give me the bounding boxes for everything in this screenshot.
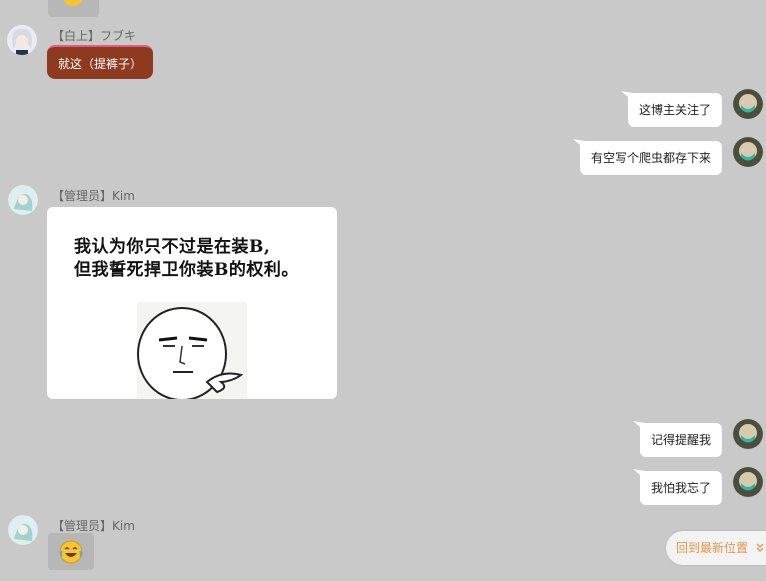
message-bubble[interactable]: 记得提醒我 xyxy=(640,423,723,457)
double-chevron-down-icon xyxy=(756,543,764,552)
meme-face-icon xyxy=(137,302,247,399)
emoji-message[interactable] xyxy=(48,533,94,570)
kim-avatar-icon xyxy=(8,515,38,545)
kim-avatar-icon xyxy=(8,185,38,215)
avatar-self[interactable] xyxy=(733,419,763,449)
sender-name: 【管理员】Kim xyxy=(52,519,135,533)
message-text: 我怕我忘了 xyxy=(651,481,712,495)
bubble-tail-icon xyxy=(633,421,645,431)
fubuki-avatar-icon xyxy=(7,25,37,55)
message-bubble[interactable]: 就这（提裤子） xyxy=(47,45,154,79)
meme-image[interactable]: 我认为你只不过是在装B, 但我誓死捍卫你装B的权利。 xyxy=(47,207,337,399)
bubble-tail-icon xyxy=(621,91,633,101)
message-bubble[interactable]: 这博主关注了 xyxy=(628,93,723,127)
message-text: 有空写个爬虫都存下来 xyxy=(591,151,712,165)
emoji-icon xyxy=(62,0,84,6)
message-bubble[interactable]: 有空写个爬虫都存下来 xyxy=(580,141,723,175)
masked-person-avatar-icon xyxy=(733,137,763,167)
message-text: 这博主关注了 xyxy=(639,103,712,117)
laughing-crying-emoji-icon xyxy=(59,540,83,564)
message-text: 就这（提裤子） xyxy=(58,57,143,71)
avatar-self[interactable] xyxy=(733,467,763,497)
bubble-tail-icon xyxy=(633,469,645,479)
avatar-kim[interactable] xyxy=(8,515,38,545)
avatar-self[interactable] xyxy=(733,89,763,119)
sender-name: 【白上】フブキ xyxy=(52,29,137,43)
message-bubble[interactable]: 我怕我忘了 xyxy=(640,471,723,505)
avatar-self[interactable] xyxy=(733,137,763,167)
meme-caption-line-1: 我认为你只不过是在装B, xyxy=(74,237,271,257)
masked-person-avatar-icon xyxy=(733,419,763,449)
meme-caption-line-2: 但我誓死捍卫你装B的权利。 xyxy=(74,260,299,280)
return-to-latest-label: 回到最新位置 xyxy=(676,541,749,555)
return-to-latest-button[interactable]: 回到最新位置 xyxy=(666,531,766,565)
avatar-fubuki[interactable] xyxy=(7,25,37,55)
masked-person-avatar-icon xyxy=(733,89,763,119)
bubble-tail-icon xyxy=(573,139,585,149)
masked-person-avatar-icon xyxy=(733,467,763,497)
avatar-kim[interactable] xyxy=(8,185,38,215)
sender-name: 【管理员】Kim xyxy=(52,189,135,203)
message-text: 记得提醒我 xyxy=(651,433,712,447)
partial-emoji-message xyxy=(48,0,99,17)
